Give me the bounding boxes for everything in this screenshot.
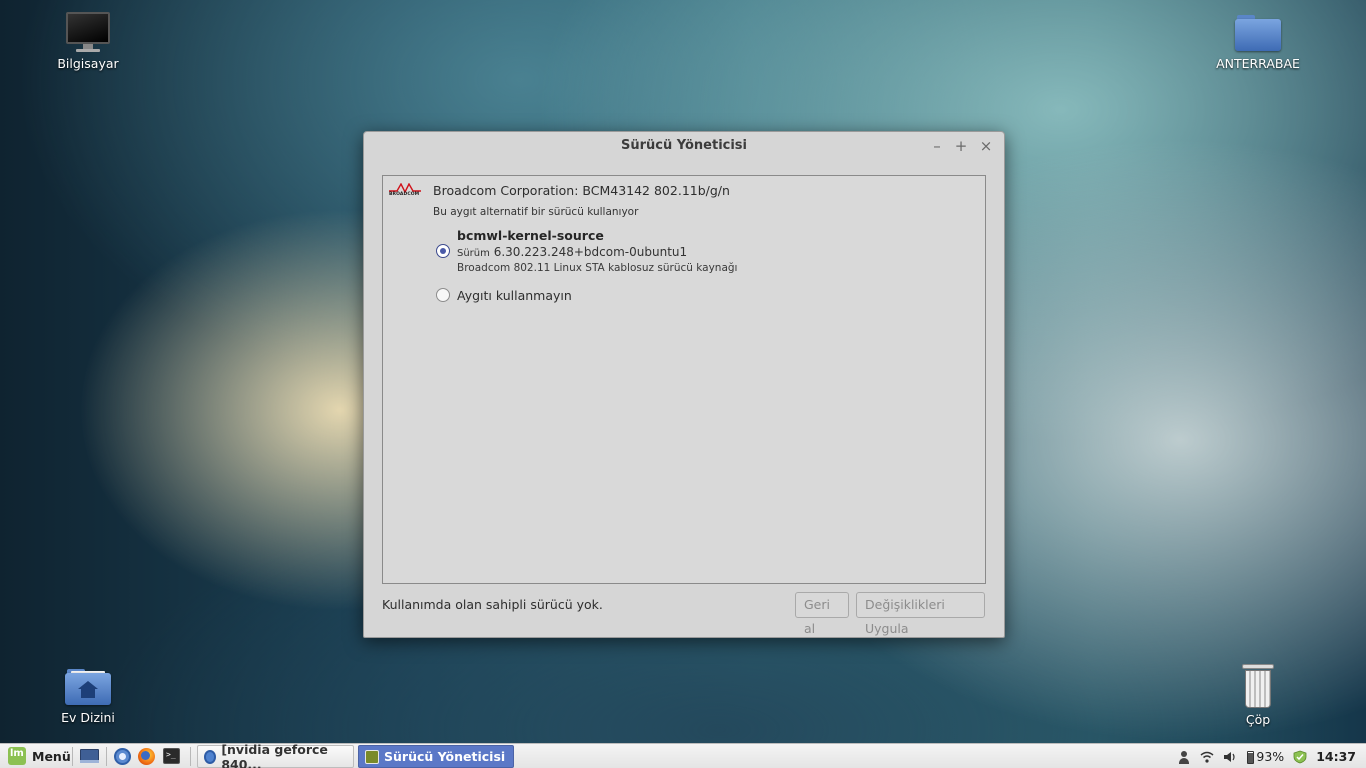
window-titlebar[interactable]: Sürücü Yöneticisi – + × (364, 132, 1004, 160)
driver-radio-none[interactable] (436, 288, 450, 302)
driver-description: Broadcom 802.11 Linux STA kablosuz sürüc… (457, 262, 738, 274)
wifi-icon[interactable] (1200, 750, 1214, 764)
driver-version: Sürüm 6.30.223.248+bdcom-0ubuntu1 (457, 245, 687, 259)
desktop-icon-label: Ev Dizini (61, 710, 115, 725)
menu-label: Menü (32, 748, 71, 764)
taskbar-item-driver-manager[interactable]: Sürücü Yöneticisi (358, 745, 514, 768)
desktop-icon-home[interactable]: Ev Dizini (33, 666, 143, 725)
trash-icon (1242, 664, 1274, 708)
driver-radio-bcmwl[interactable] (436, 244, 450, 258)
battery-percentage: 93% (1256, 749, 1285, 764)
linux-mint-logo-icon (8, 747, 26, 765)
chromium-icon (204, 749, 217, 764)
desktop-icon-label: Çöp (1245, 712, 1271, 727)
taskbar-item-browser[interactable]: [nvidia geforce 840... (197, 741, 354, 768)
battery-indicator[interactable]: 93% (1246, 749, 1284, 764)
window-title: Sürücü Yöneticisi (620, 138, 748, 153)
show-desktop-icon[interactable] (79, 747, 99, 765)
taskbar-item-label: [nvidia geforce 840... (221, 741, 328, 768)
driver-list-panel: BROADCOM Broadcom Corporation: BCM43142 … (382, 175, 986, 584)
status-text: Kullanımda olan sahipli sürücü yok. (382, 597, 603, 612)
user-icon[interactable] (1177, 750, 1191, 764)
desktop-icon-label: ANTERRABAE (1216, 56, 1300, 71)
driver-name: bcmwl-kernel-source (457, 228, 604, 243)
start-menu-button[interactable]: Menü (4, 745, 75, 767)
volume-icon[interactable] (1223, 750, 1237, 764)
battery-icon (1246, 750, 1255, 764)
option-do-not-use-device[interactable]: Aygıtı kullanmayın (457, 288, 572, 303)
system-tray: 93% 14:37 (1177, 744, 1366, 768)
firefox-browser-icon[interactable] (137, 747, 157, 765)
terminal-icon[interactable]: >_ (162, 747, 182, 765)
desktop-icon-computer[interactable]: Bilgisayar (33, 12, 143, 71)
revert-button[interactable]: Geri al (795, 592, 849, 636)
desktop-icon-label: Bilgisayar (57, 56, 119, 71)
update-shield-icon[interactable] (1293, 750, 1307, 764)
apply-changes-button[interactable]: Değişiklikleri Uygula (856, 592, 985, 636)
clock[interactable]: 14:37 (1316, 749, 1356, 764)
taskbar-item-label: Sürücü Yöneticisi (384, 749, 506, 764)
minimize-button[interactable]: – (927, 136, 947, 156)
desktop-icon-trash[interactable]: Çöp (1203, 664, 1313, 727)
driver-chip-icon (365, 749, 379, 764)
desktop-icon-anterrabae-folder[interactable]: ANTERRABAE (1203, 12, 1313, 71)
device-status: Bu aygıt alternatif bir sürücü kullanıyo… (433, 206, 639, 218)
broadcom-logo-icon: BROADCOM (389, 183, 421, 199)
driver-version-prefix: Sürüm (457, 248, 490, 259)
chromium-browser-icon[interactable] (113, 747, 133, 765)
computer-icon (64, 12, 112, 52)
close-button[interactable]: × (976, 136, 996, 156)
folder-icon (1235, 12, 1281, 52)
driver-version-value: 6.30.223.248+bdcom-0ubuntu1 (493, 245, 688, 259)
driver-manager-window: Sürücü Yöneticisi – + × BROADCOM Broadco… (363, 131, 1005, 638)
taskbar: Menü >_ [nvidia geforce 840... Sürücü Yö… (0, 741, 1366, 768)
maximize-button[interactable]: + (951, 136, 971, 156)
home-folder-icon (65, 666, 111, 706)
device-name: Broadcom Corporation: BCM43142 802.11b/g… (433, 183, 730, 198)
